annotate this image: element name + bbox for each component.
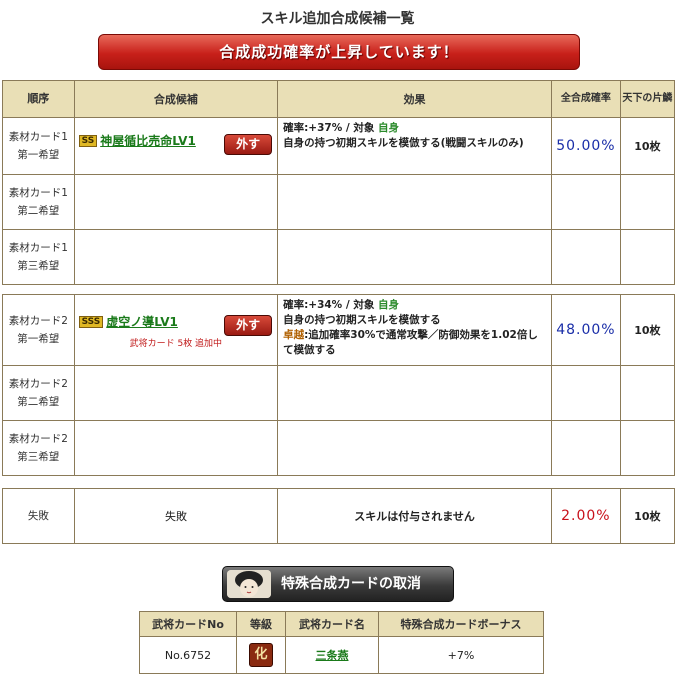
rarity-badge: SS bbox=[78, 134, 98, 147]
effect-cell bbox=[277, 229, 552, 285]
slot-cell: 素材カード1 第二希望 bbox=[2, 174, 75, 230]
portrait-icon bbox=[227, 570, 271, 598]
skill-link[interactable]: 虚空ノ導LV1 bbox=[106, 315, 178, 329]
rate-value: 50.00% bbox=[550, 117, 621, 175]
bonus-value: +7% bbox=[378, 636, 544, 674]
rate-cell bbox=[550, 420, 621, 476]
header-order: 順序 bbox=[2, 80, 75, 118]
rate-cell bbox=[550, 174, 621, 230]
table-row: No.6752 化 三条燕 +7% bbox=[139, 636, 544, 674]
failure-price: 10枚 bbox=[619, 488, 675, 544]
failure-slot: 失敗 bbox=[2, 488, 75, 544]
table-row: 素材カード2 第一希望 SSS 虚空ノ導LV1 外す 武将カード 5枚 追加中 確率… bbox=[2, 294, 675, 366]
page-title: スキル追加合成候補一覧 bbox=[260, 11, 415, 27]
slot-cell: 素材カード2 第一希望 bbox=[2, 294, 75, 366]
card-name-cell: 三条燕 bbox=[285, 636, 379, 674]
bonus-header-card-no: 武将カードNo bbox=[139, 611, 237, 637]
effect-cell bbox=[277, 420, 552, 476]
header-price: 天下の片鱗 bbox=[619, 80, 675, 118]
bonus-card-no: No.6752 bbox=[139, 636, 237, 674]
slot-label: 素材カード2 bbox=[8, 315, 68, 327]
price-cell bbox=[619, 365, 675, 421]
table-row: 素材カード1 第二希望 bbox=[2, 174, 675, 230]
effect-target: 自身 bbox=[378, 299, 400, 311]
rate-cell bbox=[550, 365, 621, 421]
effect-description: 自身の持つ初期スキルを模倣する(戦闘スキルのみ) bbox=[283, 137, 524, 149]
slot-cell: 素材カード2 第二希望 bbox=[2, 365, 75, 421]
failure-row: 失敗 失敗 スキルは付与されません 2.00% 10枚 bbox=[2, 488, 675, 544]
candidate-cell[interactable] bbox=[73, 229, 279, 285]
slot-preference: 第一希望 bbox=[17, 333, 60, 345]
failure-effect: スキルは付与されません bbox=[277, 488, 552, 544]
table-row: 素材カード1 第一希望 SS 神屋循比売命LV1 外す 確率:+37% / 対象 自… bbox=[2, 117, 675, 175]
bonus-header-card-name: 武将カード名 bbox=[285, 611, 379, 637]
rarity-badge: SSS bbox=[78, 315, 104, 328]
skill-link[interactable]: 神屋循比売命LV1 bbox=[100, 134, 196, 148]
remove-button[interactable]: 外す bbox=[224, 315, 273, 336]
added-cards-note: 武将カード 5枚 追加中 bbox=[129, 339, 223, 349]
slot-preference: 第二希望 bbox=[17, 205, 60, 217]
price-cell bbox=[619, 420, 675, 476]
candidate-cell[interactable] bbox=[73, 174, 279, 230]
candidate-cell: SS 神屋循比売命LV1 外す bbox=[73, 117, 279, 175]
effect-bonus-label: 卓越 bbox=[283, 329, 305, 341]
remove-button[interactable]: 外す bbox=[224, 134, 273, 155]
slot-label: 素材カード1 bbox=[8, 242, 68, 254]
slot-label: 素材カード1 bbox=[8, 187, 68, 199]
bonus-header-grade: 等級 bbox=[236, 611, 286, 637]
effect-cell: 確率:+34% / 対象 自身自身の持つ初期スキルを模倣する 卓越:追加確率30%… bbox=[277, 294, 552, 366]
failure-rate: 2.00% bbox=[551, 488, 621, 544]
effect-cell bbox=[277, 174, 552, 230]
effect-cell bbox=[277, 365, 552, 421]
price-cell bbox=[619, 174, 675, 230]
bonus-header-bonus: 特殊合成カードボーナス bbox=[378, 611, 544, 637]
effect-probability: 確率:+34% / 対象 bbox=[283, 299, 375, 311]
slot-preference: 第三希望 bbox=[17, 451, 60, 463]
slot-label: 素材カード2 bbox=[8, 378, 68, 390]
slot-preference: 第二希望 bbox=[17, 396, 60, 408]
slot-preference: 第三希望 bbox=[17, 260, 60, 272]
price-value: 10枚 bbox=[619, 294, 675, 366]
candidate-table-group2: 素材カード2 第一希望 SSS 虚空ノ導LV1 外す 武将カード 5枚 追加中 確率… bbox=[2, 294, 675, 476]
failure-candidate: 失敗 bbox=[73, 488, 279, 544]
effect-probability: 確率:+37% / 対象 bbox=[283, 122, 375, 134]
table-row: 素材カード2 第二希望 bbox=[2, 365, 675, 421]
candidate-table-group1: 順序 合成候補 効果 全合成確率 天下の片鱗 素材カード1 第一希望 SS 神屋循比… bbox=[2, 80, 675, 285]
header-candidate: 合成候補 bbox=[73, 80, 279, 118]
rate-cell bbox=[550, 229, 621, 285]
candidate-cell[interactable] bbox=[73, 365, 279, 421]
table-row: 素材カード1 第三希望 bbox=[2, 229, 675, 285]
price-cell bbox=[619, 229, 675, 285]
effect-cell: 確率:+37% / 対象 自身自身の持つ初期スキルを模倣する(戦闘スキルのみ) bbox=[277, 117, 552, 175]
slot-cell: 素材カード1 第一希望 bbox=[2, 117, 75, 175]
effect-target: 自身 bbox=[378, 122, 400, 134]
effect-description: 自身の持つ初期スキルを模倣する bbox=[283, 314, 441, 326]
cancel-special-card-button[interactable]: 特殊合成カードの取消 bbox=[222, 566, 454, 602]
slot-label: 素材カード2 bbox=[8, 433, 68, 445]
rate-value: 48.00% bbox=[550, 294, 621, 366]
price-value: 10枚 bbox=[619, 117, 675, 175]
success-rate-banner: 合成成功確率が上昇しています！ bbox=[98, 34, 580, 70]
card-name-link[interactable]: 三条燕 bbox=[316, 649, 349, 662]
special-card-bonus-table: 武将カードNo 等級 武将カード名 特殊合成カードボーナス No.6752 化 … bbox=[139, 611, 544, 674]
slot-cell: 素材カード2 第三希望 bbox=[2, 420, 75, 476]
candidate-cell[interactable] bbox=[73, 420, 279, 476]
effect-bonus-description: :追加確率30%で通常攻撃／防御効果を1.02倍して模倣する bbox=[283, 329, 538, 356]
slot-preference: 第一希望 bbox=[17, 149, 60, 161]
slot-label: 素材カード1 bbox=[8, 131, 68, 143]
grade-badge-icon: 化 bbox=[249, 643, 273, 667]
table-row: 素材カード2 第三希望 bbox=[2, 420, 675, 476]
candidate-cell: SSS 虚空ノ導LV1 外す 武将カード 5枚 追加中 bbox=[73, 294, 279, 366]
grade-cell: 化 bbox=[236, 636, 286, 674]
header-effect: 効果 bbox=[277, 80, 552, 118]
failure-table: 失敗 失敗 スキルは付与されません 2.00% 10枚 bbox=[2, 488, 675, 544]
slot-cell: 素材カード1 第三希望 bbox=[2, 229, 75, 285]
cancel-special-label: 特殊合成カードの取消 bbox=[281, 576, 421, 592]
header-rate: 全合成確率 bbox=[550, 80, 621, 118]
